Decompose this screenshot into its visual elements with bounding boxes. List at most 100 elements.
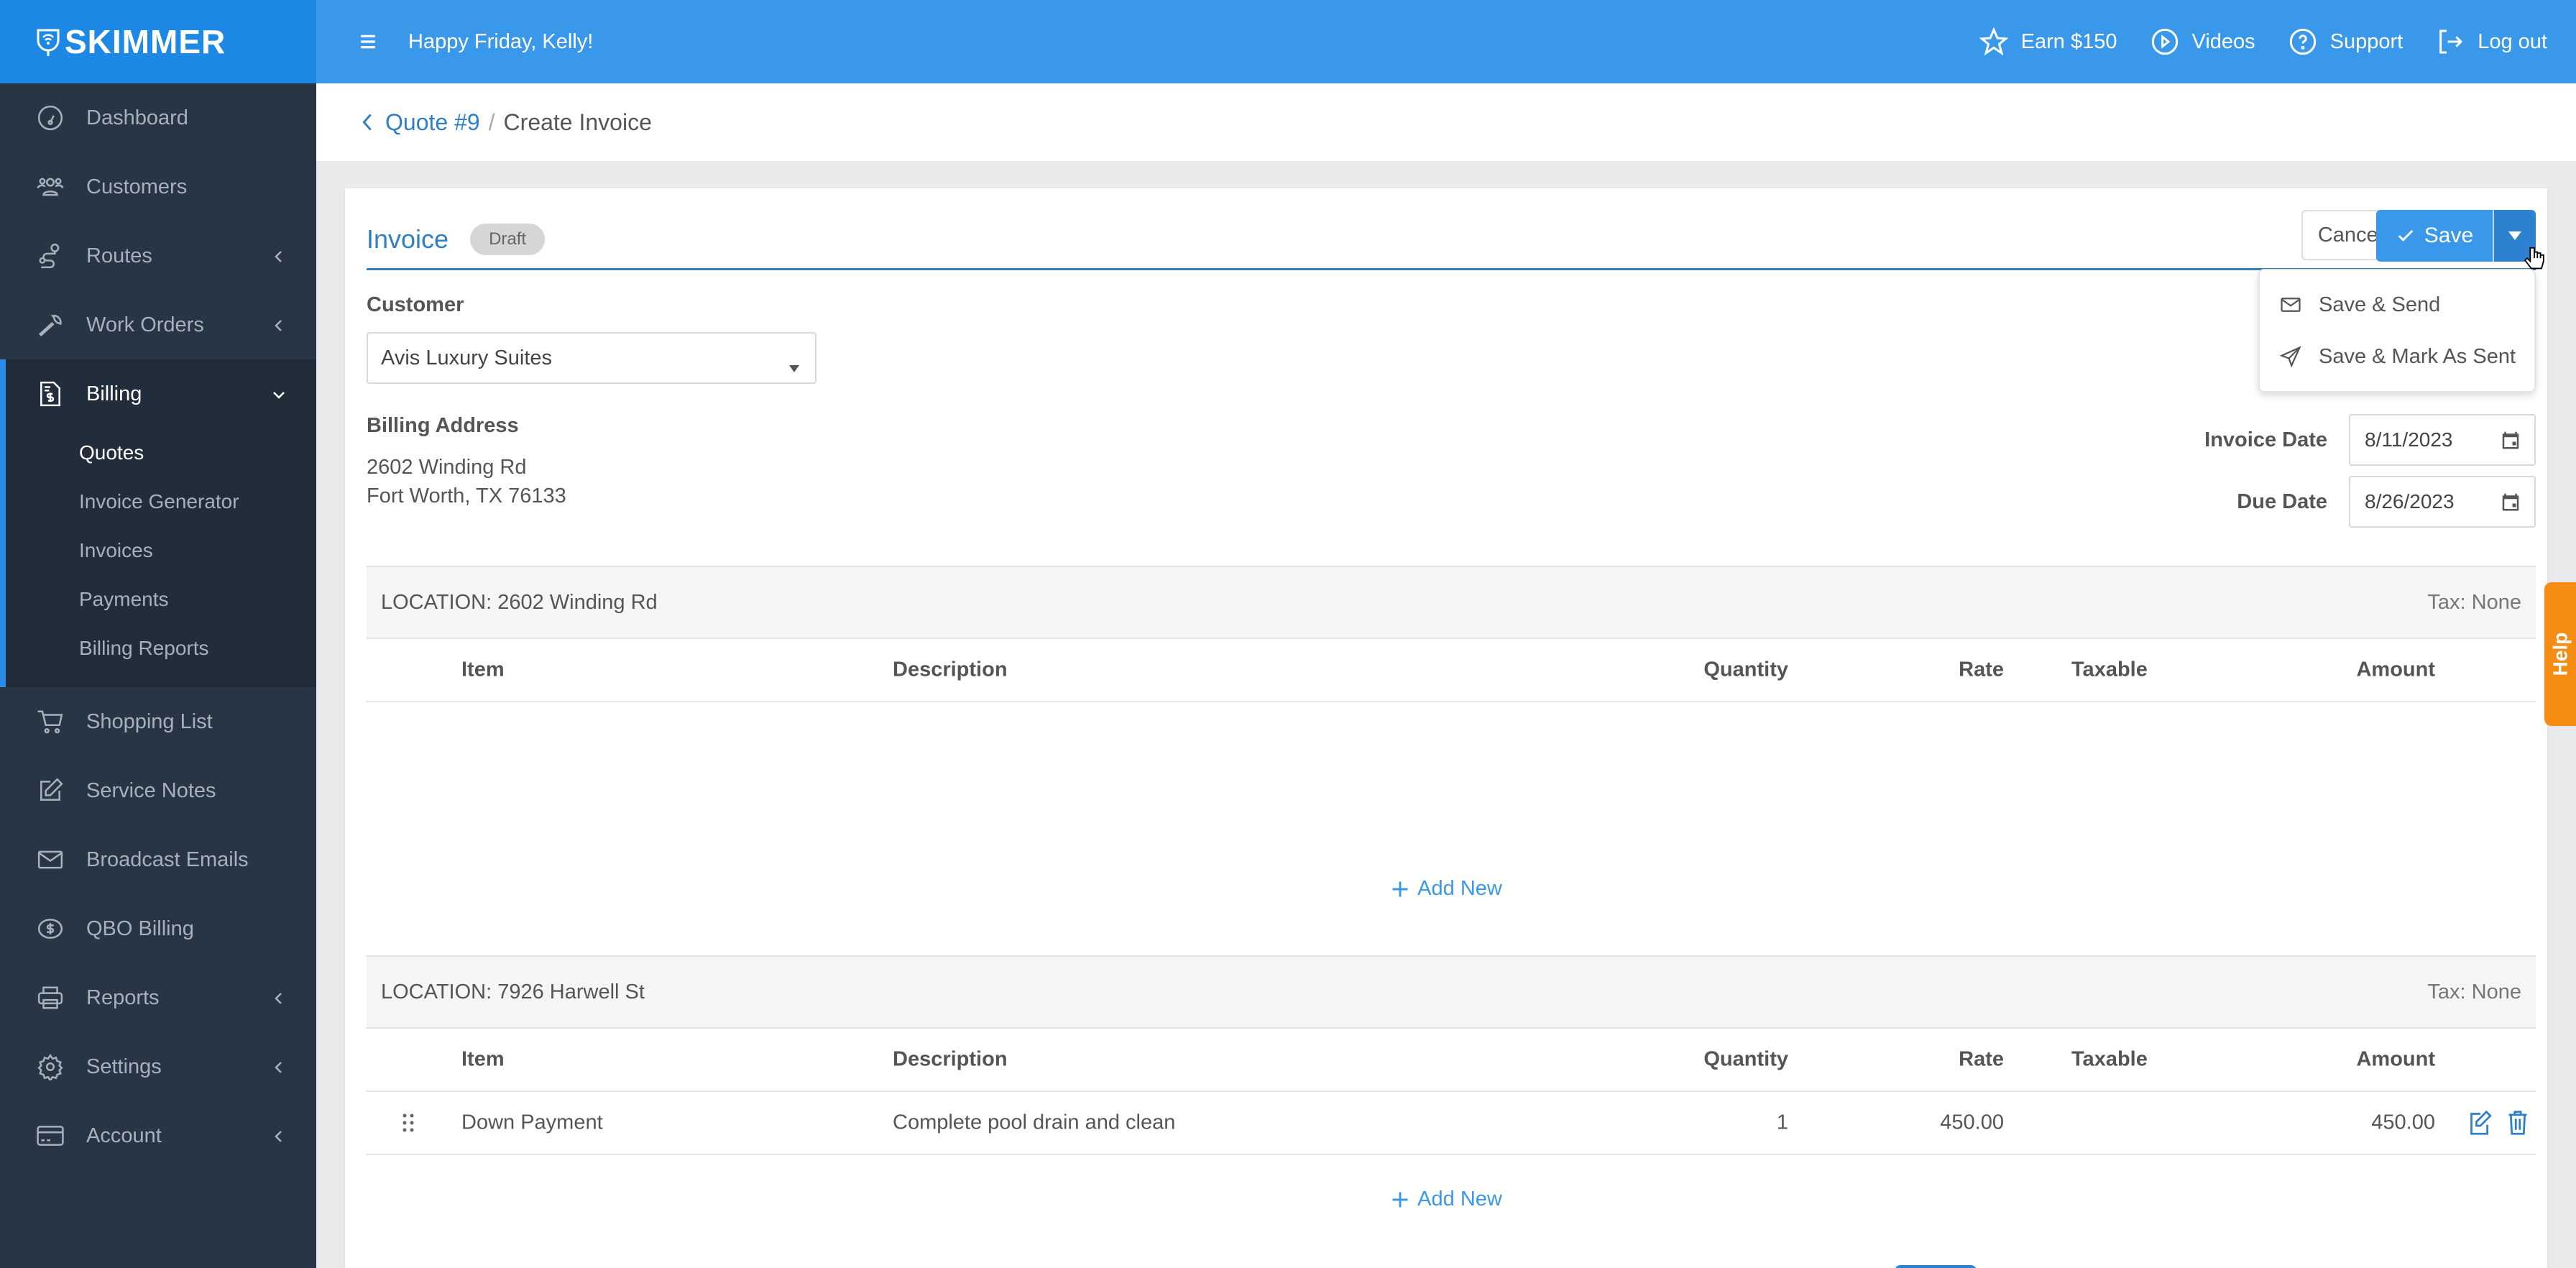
location-tax: Tax: None [2427,980,2521,1003]
breadcrumb-parent: Quote #9 [385,109,480,135]
dollar-circle-icon [36,914,65,943]
sidebar-subitem-invoice-generator[interactable]: Invoice Generator [6,477,316,526]
question-circle-icon [2289,28,2316,55]
save-and-mark-sent-option[interactable]: Save & Mark As Sent [2260,331,2534,382]
breadcrumb: Quote #9 / Create Invoice [316,83,2576,161]
chevron-left-icon [270,247,288,265]
customer-select[interactable]: Avis Luxury Suites [367,332,816,384]
col-quantity: Quantity [1703,1047,1788,1071]
support-link[interactable]: Support [2288,27,2403,56]
routes-icon [36,242,65,270]
sidebar-item-reports[interactable]: Reports [0,963,316,1032]
sidebar-item-dashboard[interactable]: Dashboard [0,83,316,152]
videos-label: Videos [2191,29,2255,53]
star-icon [1979,27,2008,56]
breadcrumb-parent-link[interactable]: Quote #9 [359,109,480,136]
col-taxable: Taxable [2071,1047,2148,1071]
videos-link[interactable]: Videos [2150,27,2255,56]
col-item: Item [461,658,505,681]
sidebar-nav-lower: Shopping List Service Notes Broadcast Em… [0,687,316,1170]
location-label: LOCATION: 2602 Winding Rd [381,590,658,614]
sidebar-item-label: Service Notes [86,778,216,802]
sidebar-item-label: Billing [86,382,142,405]
save-and-send-option[interactable]: Save & Send [2260,279,2534,331]
calendar-icon[interactable] [2500,429,2521,451]
col-rate: Rate [1959,1047,2004,1071]
invoice-card: Invoice Draft Cancel Save Save & Send Sa… [345,188,2547,1268]
invoice-date-label: Invoice Date [2204,428,2327,451]
printer-icon [36,983,65,1012]
menu-item-label: Save & Send [2319,293,2441,316]
mouse-cursor-icon [2524,247,2544,270]
invoice-header: Invoice Draft Cancel Save [367,188,2536,270]
sidebar-item-label: Reports [86,986,160,1009]
save-label: Save [2424,224,2474,247]
topbar: Happy Friday, Kelly! Earn $150 Videos Su… [316,0,2576,83]
chevron-left-icon [270,989,288,1006]
help-tab[interactable]: Help [2544,582,2576,726]
edit-icon [36,776,65,805]
invoice-date-row: Invoice Date 8/11/2023 [2204,414,2536,466]
envelope-icon [36,845,65,874]
location-header: LOCATION: 2602 Winding Rd Tax: None [367,566,2536,639]
add-new-label: Add New [1417,877,1502,900]
logout-label: Log out [2478,29,2547,53]
logout-link[interactable]: Log out [2436,27,2547,56]
earn-link[interactable]: Earn $150 [1979,27,2117,56]
location-tax: Tax: None [2427,590,2521,614]
due-date-label: Due Date [2237,490,2327,513]
envelope-icon [2281,298,2301,312]
sidebar-item-label: Work Orders [86,313,204,336]
sidebar-item-label: QBO Billing [86,916,194,940]
drag-handle-icon[interactable] [400,1112,417,1134]
top-actions: Earn $150 Videos Support Log out [1979,27,2547,56]
sidebar-subitem-quotes[interactable]: Quotes [6,428,316,477]
trash-icon[interactable] [2506,1110,2530,1136]
sidebar-item-billing[interactable]: Billing [6,359,316,428]
sidebar-subitem-billing-reports[interactable]: Billing Reports [6,624,316,673]
caret-down-icon [2508,231,2521,240]
chevron-left-icon [270,316,288,334]
add-line-item-button[interactable]: Add New [345,877,2547,901]
brand-name: SKIMMER [65,23,226,60]
credit-card-icon [36,1121,65,1150]
menu-toggle-button[interactable] [354,27,382,56]
breadcrumb-separator: / [488,109,495,135]
sidebar-item-service-notes[interactable]: Service Notes [0,756,316,825]
sidebar-item-label: Routes [86,244,152,267]
invoice-date-input[interactable]: 8/11/2023 [2349,414,2536,466]
edit-icon[interactable] [2468,1110,2493,1136]
chevron-down-icon [270,385,288,403]
sidebar-item-customers[interactable]: Customers [0,152,316,221]
save-button-group: Save [2376,210,2536,262]
add-line-item-button[interactable]: Add New [345,1187,2547,1211]
sidebar-subitem-payments[interactable]: Payments [6,575,316,624]
cell-quantity: 1 [1776,1111,1788,1134]
chevron-left-icon [270,1058,288,1075]
caret-down-icon [789,354,799,372]
logo[interactable]: SKIMMER [36,22,226,61]
sidebar-item-routes[interactable]: Routes [0,221,316,290]
billing-icon [36,380,65,408]
sidebar-item-label: Broadcast Emails [86,847,249,871]
col-taxable: Taxable [2071,658,2148,681]
sidebar-subitem-invoices[interactable]: Invoices [6,526,316,575]
calendar-icon[interactable] [2500,491,2521,513]
sidebar-item-settings[interactable]: Settings [0,1032,316,1101]
save-options-menu: Save & Send Save & Mark As Sent [2258,269,2536,392]
gear-icon [36,1052,65,1081]
sidebar-item-account[interactable]: Account [0,1101,316,1170]
play-circle-icon [2151,28,2178,55]
bottom-action-button[interactable] [1895,1265,1977,1268]
address-line-1: 2602 Winding Rd [367,456,527,479]
billing-address: 2602 Winding Rd Fort Worth, TX 76133 [367,453,566,510]
due-date-input[interactable]: 8/26/2023 [2349,476,2536,528]
cell-description: Complete pool drain and clean [893,1111,1176,1134]
sidebar-item-shopping-list[interactable]: Shopping List [0,687,316,756]
sidebar-nav: Dashboard Customers Routes Work Orders [0,83,316,359]
due-date-value: 8/26/2023 [2365,490,2455,513]
sidebar-item-qbo-billing[interactable]: QBO Billing [0,894,316,963]
sidebar-item-broadcast-emails[interactable]: Broadcast Emails [0,825,316,894]
sidebar-item-work-orders[interactable]: Work Orders [0,290,316,359]
save-button[interactable]: Save [2376,210,2494,262]
